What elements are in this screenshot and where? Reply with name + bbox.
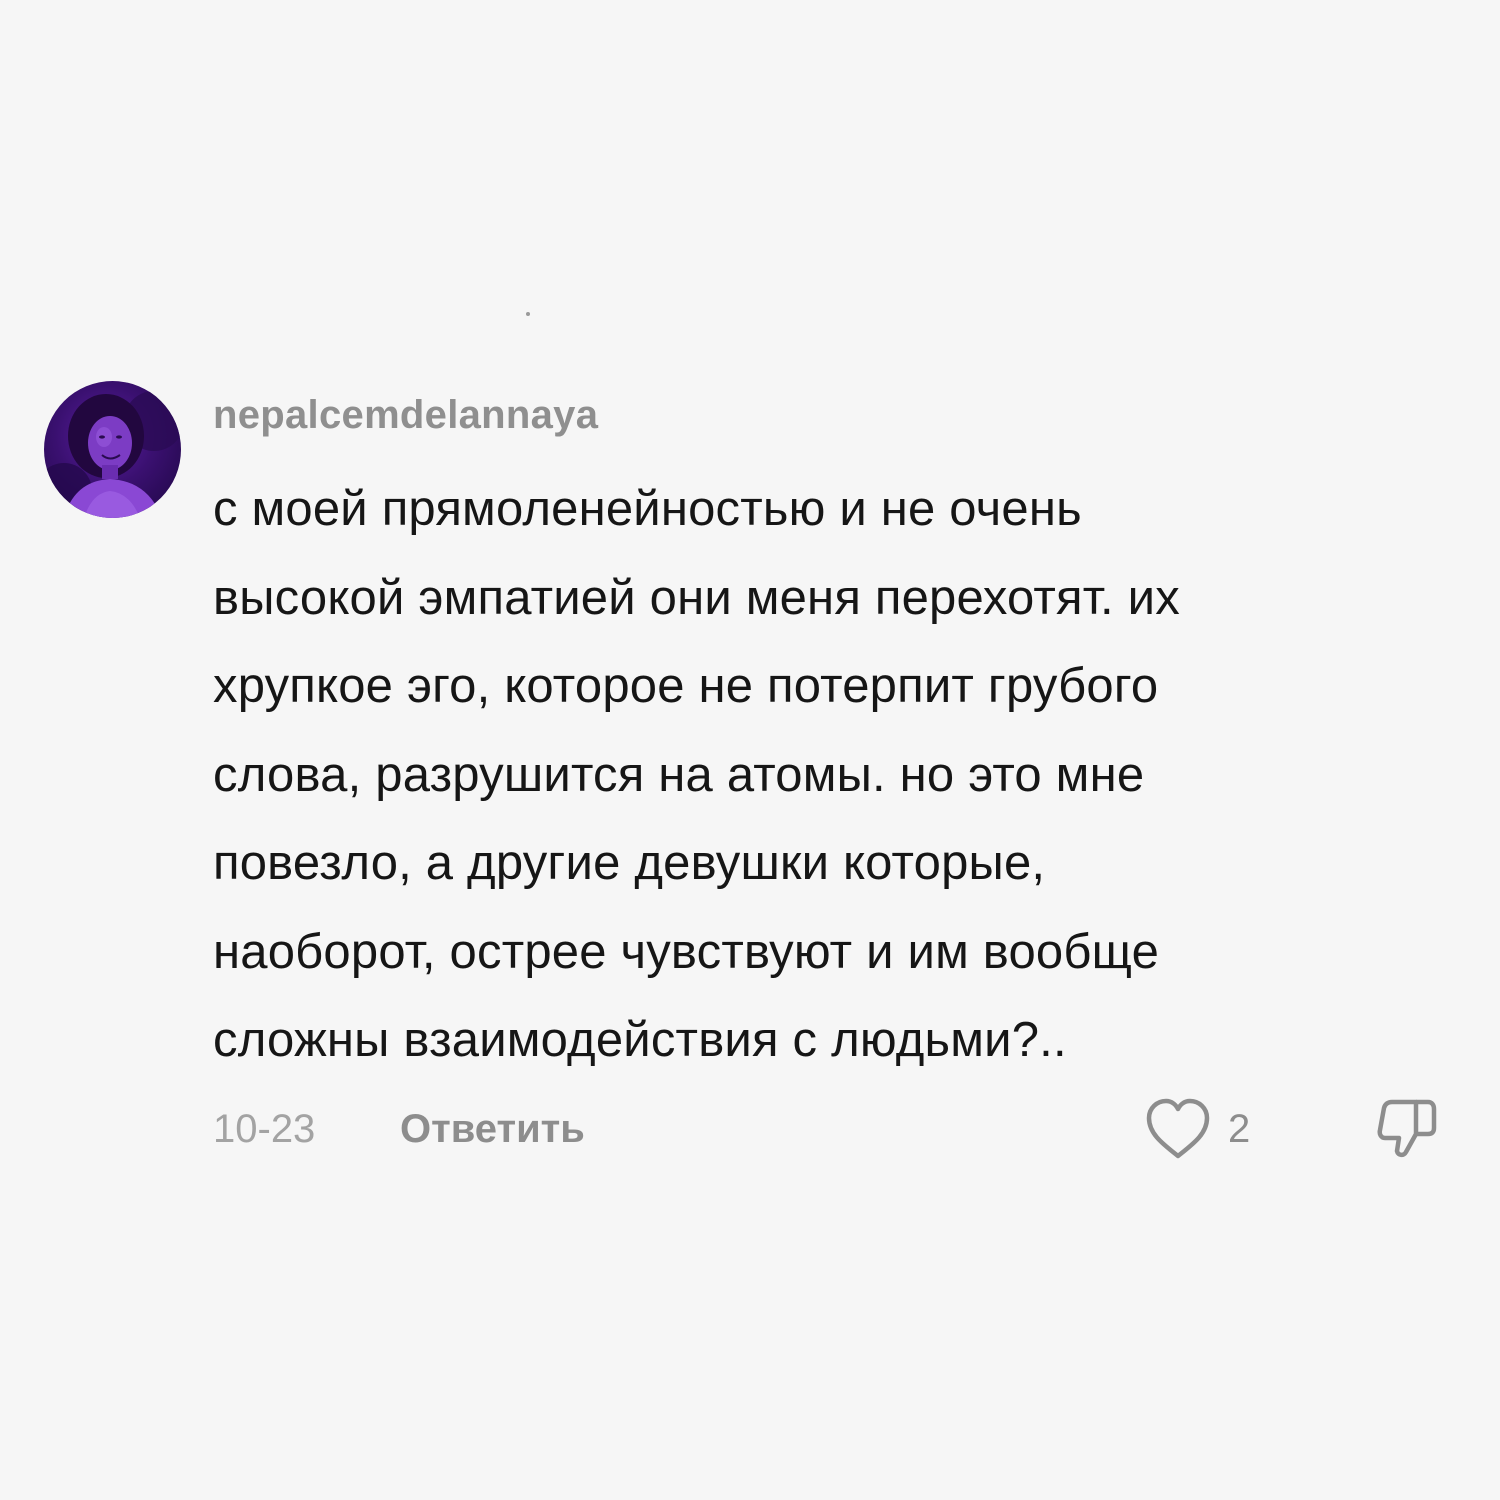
heart-outline-icon — [1146, 1098, 1210, 1159]
comment-item: nepalcemdelannaya с моей прямоленейность… — [0, 0, 1500, 1500]
avatar-photo-icon — [44, 391, 181, 518]
dislike-button[interactable] — [1372, 1096, 1440, 1162]
reply-button[interactable]: Ответить — [400, 1103, 585, 1155]
like-button[interactable] — [1143, 1096, 1213, 1162]
comment-date: 10-23 — [213, 1107, 316, 1151]
thumbs-down-outline-icon — [1377, 1099, 1437, 1158]
comment-username[interactable]: nepalcemdelannaya — [213, 389, 598, 441]
avatar[interactable] — [44, 381, 181, 518]
like-count: 2 — [1228, 1107, 1251, 1151]
comment-body: с моей прямоленейностью и не очень высок… — [213, 482, 1180, 1067]
